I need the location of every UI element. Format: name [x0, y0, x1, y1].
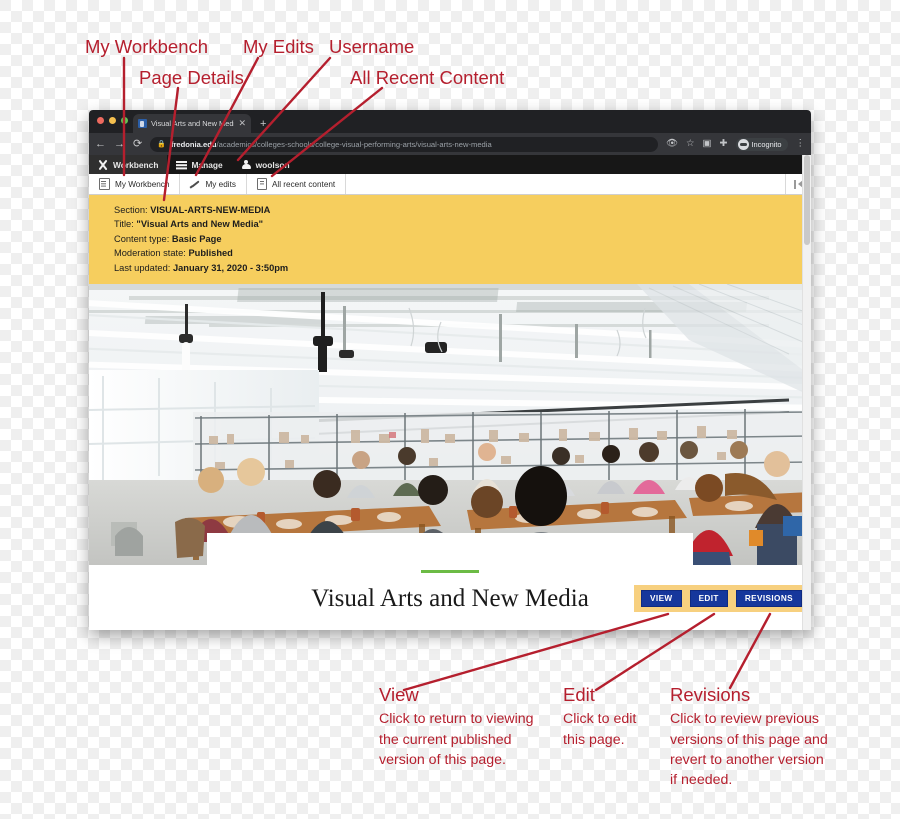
detail-label-content-type: Content type:: [114, 233, 170, 244]
extensions-icon[interactable]: ✚: [720, 139, 728, 149]
annotation-my-workbench: My Workbench: [85, 36, 209, 57]
hamburger-icon: [176, 159, 188, 170]
incognito-label: Incognito: [751, 139, 782, 149]
annotation-edit-body: Click to edit this page.: [563, 711, 637, 748]
forward-icon[interactable]: →: [114, 138, 125, 150]
detail-label-last-updated: Last updated:: [114, 262, 171, 273]
browser-window: Visual Arts and New Media | Fre ✕ + ← → …: [89, 110, 811, 630]
annotation-view: View Click to return to viewing the curr…: [379, 685, 541, 770]
star-icon[interactable]: ☆: [686, 139, 695, 149]
detail-value-last-updated: January 31, 2020 - 3:50pm: [172, 262, 289, 273]
annotation-username: Username: [329, 36, 415, 57]
tab-my-edits[interactable]: My edits: [180, 174, 247, 194]
annotation-revisions: Revisions Click to review previous versi…: [670, 685, 834, 790]
orientation-toggle-icon: [793, 179, 796, 189]
accent-rule: [421, 570, 479, 573]
detail-label-title: Title:: [114, 219, 134, 230]
detail-value-moderation-state: Published: [188, 248, 233, 259]
admin-bar-label-user: woolson: [255, 159, 290, 170]
page-details-panel: Section: VISUAL-ARTS-NEW-MEDIA Title: "V…: [89, 195, 811, 285]
admin-bar-label-manage: Manage: [191, 159, 223, 170]
tab-all-recent-content[interactable]: All recent content: [247, 174, 347, 194]
workbench-icon: [98, 159, 109, 170]
workbench-tab-bar: My Workbench My edits All recent content: [89, 174, 811, 195]
lock-icon: 🔒: [157, 140, 166, 148]
url-domain: fredonia.edu: [170, 139, 217, 149]
drupal-admin-bar: Workbench Manage woolson: [89, 155, 811, 174]
detail-row-title: Title: "Visual Arts and New Media": [114, 217, 811, 231]
incognito-profile-chip[interactable]: Incognito: [735, 137, 788, 151]
pencil-icon: [190, 179, 200, 190]
admin-bar-item-user[interactable]: woolson: [232, 155, 299, 174]
annotation-revisions-title: Revisions: [670, 684, 751, 705]
detail-label-section: Section:: [114, 205, 148, 215]
detail-value-content-type: Basic Page: [171, 233, 222, 244]
admin-bar-item-workbench[interactable]: Workbench: [89, 155, 168, 174]
new-tab-icon[interactable]: +: [260, 118, 266, 130]
reload-icon[interactable]: ⟳: [133, 138, 142, 150]
url-text: fredonia.edu/academics/colleges-schools/…: [171, 140, 492, 149]
annotation-edit-title: Edit: [563, 684, 595, 705]
eye-slash-icon[interactable]: 👁: [666, 139, 678, 149]
detail-row-moderation-state: Moderation state: Published: [114, 246, 811, 260]
annotation-all-recent-content: All Recent Content: [350, 67, 505, 88]
detail-row-content-type: Content type: Basic Page: [114, 232, 811, 246]
page-viewport: Workbench Manage woolson My Workbench My…: [89, 155, 811, 630]
list-icon: [99, 178, 110, 190]
tab-label-all-recent-content: All recent content: [271, 179, 336, 189]
page-scrollbar[interactable]: [802, 155, 811, 630]
detail-row-last-updated: Last updated: January 31, 2020 - 3:50pm: [114, 261, 811, 275]
tab-title: Visual Arts and New Media | Fre: [151, 119, 234, 128]
hero-image-graphic: [89, 284, 811, 566]
close-window-button[interactable]: [97, 117, 104, 124]
close-tab-icon[interactable]: ✕: [238, 119, 246, 128]
title-card-overlay: [207, 533, 693, 566]
action-button-bar: VIEW EDIT REVISIONS: [634, 585, 809, 613]
edit-button[interactable]: EDIT: [689, 590, 728, 608]
page-title-block: Visual Arts and New Media VIEW EDIT REVI…: [89, 565, 811, 630]
page-icon: [256, 178, 267, 190]
tab-label-my-workbench: My Workbench: [115, 179, 170, 189]
tab-my-workbench[interactable]: My Workbench: [89, 174, 181, 194]
detail-label-moderation-state: Moderation state:: [114, 248, 186, 259]
minimize-window-button[interactable]: [109, 117, 116, 124]
admin-bar-item-manage[interactable]: Manage: [167, 155, 231, 174]
annotation-my-edits: My Edits: [243, 36, 314, 57]
browser-tab-strip: Visual Arts and New Media | Fre ✕ +: [89, 110, 811, 133]
back-icon[interactable]: ←: [95, 138, 106, 150]
detail-value-title: "Visual Arts and New Media": [136, 219, 264, 230]
kebab-menu-icon[interactable]: ⋮: [796, 139, 806, 149]
camera-icon[interactable]: ▣: [703, 139, 712, 149]
annotation-page-details: Page Details: [139, 67, 244, 88]
detail-value-section: VISUAL-ARTS-NEW-MEDIA: [150, 205, 271, 215]
favicon: [138, 119, 147, 128]
window-controls[interactable]: [97, 117, 128, 124]
url-path: /academics/colleges-schools/college-visu…: [216, 139, 492, 149]
browser-tab[interactable]: Visual Arts and New Media | Fre ✕: [133, 114, 251, 133]
view-button[interactable]: VIEW: [641, 590, 682, 608]
user-icon: [241, 159, 252, 170]
admin-bar-label-workbench: Workbench: [113, 159, 159, 170]
address-bar[interactable]: 🔒 fredonia.edu/academics/colleges-school…: [150, 136, 658, 152]
annotation-edit: Edit Click to edit this page.: [563, 685, 659, 750]
revisions-button[interactable]: REVISIONS: [735, 590, 802, 608]
annotation-view-title: View: [379, 684, 419, 705]
incognito-icon: [737, 138, 749, 150]
page-scrollbar-thumb[interactable]: [804, 155, 810, 245]
annotation-view-body: Click to return to viewing the current p…: [379, 711, 534, 768]
browser-url-bar: ← → ⟳ 🔒 fredonia.edu/academics/colleges-…: [89, 133, 811, 155]
tab-label-my-edits: My edits: [205, 179, 236, 189]
annotation-revisions-body: Click to review previous versions of thi…: [670, 711, 828, 788]
page-title: Visual Arts and New Media: [311, 585, 589, 613]
detail-row-section: Section: VISUAL-ARTS-NEW-MEDIA: [114, 203, 811, 217]
hero-image: [89, 284, 811, 566]
zoom-window-button[interactable]: [121, 117, 128, 124]
